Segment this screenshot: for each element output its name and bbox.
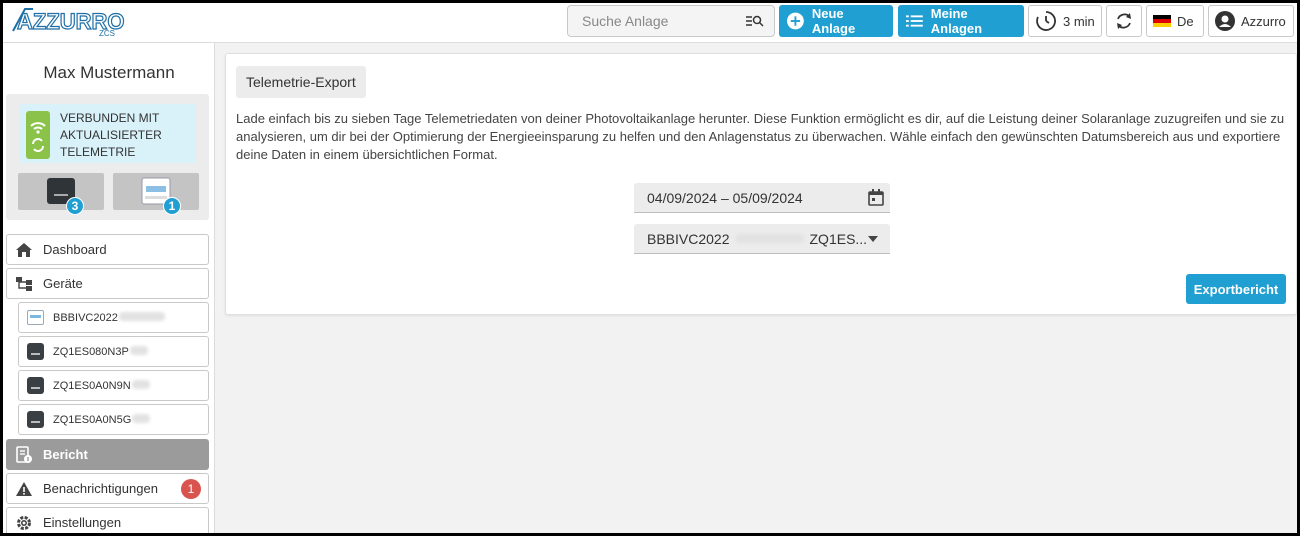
sidebar-item-dashboard[interactable]: Dashboard — [6, 234, 209, 265]
sidebar-item-settings[interactable]: Einstellungen — [6, 507, 209, 533]
telemetry-export-card: Telemetrie-Export Lade einfach bis zu si… — [225, 53, 1297, 315]
search-icon[interactable] — [746, 14, 764, 28]
connection-status-panel: VERBUNDEN MIT AKTUALISIERTER TELEMETRIE … — [6, 94, 209, 220]
sidebar-item-devices[interactable]: Geräte — [6, 268, 209, 299]
user-label: Azzurro — [1241, 13, 1286, 29]
logo-sub: ZCS — [99, 29, 115, 38]
add-circle-icon — [787, 12, 804, 30]
sidebar-item-report[interactable]: Bericht — [6, 439, 209, 470]
gear-icon — [17, 515, 31, 530]
connection-icon — [26, 111, 50, 159]
sidebar-item-notifications[interactable]: Benachrichtigungen 1 — [6, 473, 209, 504]
sync-icon — [1117, 13, 1131, 29]
azzurro-logo-icon: AZZURRO ZCS — [12, 8, 125, 38]
device-item-battery[interactable]: BBBIVC2022 — [18, 302, 209, 333]
sidebar: Max Mustermann VERBUNDEN MIT AKTUALISIER… — [3, 43, 215, 533]
page-title: Telemetrie-Export — [236, 66, 366, 98]
inverter-icon — [27, 343, 44, 360]
date-range-picker[interactable]: 04/09/2024 – 05/09/2024 — [634, 183, 890, 213]
battery-icon — [27, 310, 44, 325]
device-name: BBBIVC2022 — [53, 311, 165, 324]
my-plants-label: Meine Anlagen — [930, 6, 983, 36]
device-item-inverter[interactable]: ZQ1ES080N3P — [18, 336, 209, 367]
azzurro-logo[interactable]: AZZURRO ZCS — [11, 5, 131, 39]
warning-icon — [16, 481, 32, 496]
sidebar-item-label: Dashboard — [43, 242, 107, 257]
home-icon — [16, 242, 32, 257]
notification-count-badge: 1 — [181, 479, 201, 499]
inverter-count-badge: 3 — [66, 197, 84, 215]
device-tree-icon — [16, 276, 32, 291]
device-item-inverter[interactable]: ZQ1ES0A0N9N — [18, 370, 209, 401]
date-range-value: 04/09/2024 – 05/09/2024 — [647, 189, 803, 206]
search-input[interactable]: Suche Anlage — [567, 5, 775, 37]
sidebar-item-label: Bericht — [43, 447, 88, 462]
inverter-tile[interactable]: 3 — [18, 173, 104, 215]
calendar-icon[interactable] — [868, 189, 884, 206]
sidebar-item-label: Geräte — [43, 276, 83, 291]
language-label: De — [1177, 13, 1194, 29]
list-icon — [906, 15, 923, 27]
sidebar-item-label: Benachrichtigungen — [43, 481, 158, 496]
device-select-prefix: BBBIVC2022 — [647, 230, 730, 247]
refresh-interval-label: 3 min — [1063, 13, 1095, 29]
device-item-inverter[interactable]: ZQ1ES0A0N5G — [18, 404, 209, 435]
inverter-icon — [27, 377, 44, 394]
new-plant-label: Neue Anlage — [811, 6, 856, 36]
timer-icon — [1036, 11, 1056, 31]
redacted-serial — [735, 234, 804, 243]
user-avatar-icon — [1215, 11, 1235, 31]
inverter-icon — [27, 411, 44, 428]
search-placeholder: Suche Anlage — [582, 13, 669, 29]
user-name: Max Mustermann — [43, 63, 175, 82]
device-select[interactable]: BBBIVC2022 ZQ1ES... — [634, 224, 890, 254]
device-name: ZQ1ES0A0N5G — [53, 413, 151, 426]
refresh-interval-button[interactable]: 3 min — [1028, 5, 1102, 37]
connection-status-card: VERBUNDEN MIT AKTUALISIERTER TELEMETRIE — [20, 104, 196, 163]
sidebar-item-label: Einstellungen — [43, 515, 122, 530]
user-menu-button[interactable]: Azzurro — [1208, 5, 1294, 37]
german-flag-icon — [1153, 15, 1171, 27]
chevron-down-icon — [868, 236, 878, 242]
device-name: ZQ1ES080N3P — [53, 345, 148, 358]
export-report-button[interactable]: Exportbericht — [1186, 274, 1286, 304]
battery-count-badge: 1 — [163, 197, 181, 215]
report-icon — [16, 445, 32, 463]
device-name: ZQ1ES0A0N9N — [53, 379, 150, 392]
language-button[interactable]: De — [1146, 5, 1204, 37]
export-description: Lade einfach bis zu sieben Tage Telemetr… — [236, 111, 1285, 162]
my-plants-button[interactable]: Meine Anlagen — [898, 5, 1024, 37]
sync-button[interactable] — [1106, 5, 1142, 37]
battery-tile[interactable]: 1 — [113, 173, 199, 215]
app-window: AZZURRO ZCS Suche Anlage Neue Anlage Mei… — [0, 0, 1300, 536]
connection-status-text: VERBUNDEN MIT AKTUALISIERTER TELEMETRIE — [60, 111, 162, 159]
top-bar: AZZURRO ZCS Suche Anlage Neue Anlage Mei… — [3, 3, 1297, 43]
new-plant-button[interactable]: Neue Anlage — [779, 5, 893, 37]
wifi-sync-icon — [30, 122, 46, 152]
device-select-suffix: ZQ1ES... — [809, 230, 868, 247]
